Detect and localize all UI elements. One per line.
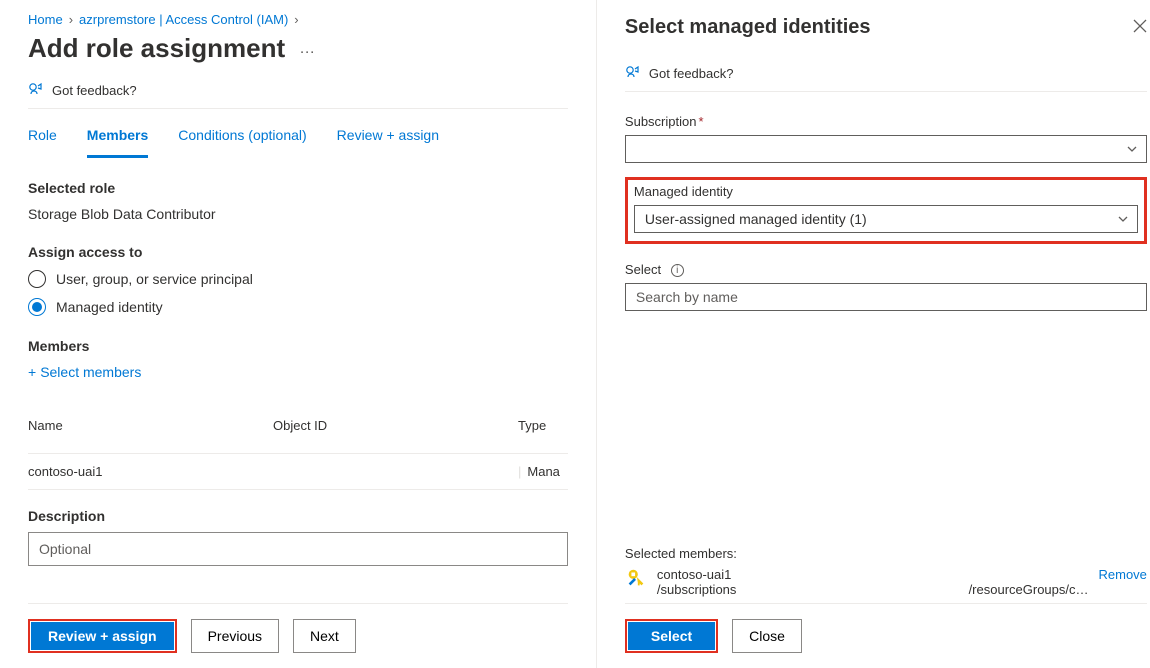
- assign-access-label: Assign access to: [28, 244, 568, 260]
- more-menu-icon[interactable]: …: [299, 40, 315, 58]
- breadcrumb-parent[interactable]: azrpremstore | Access Control (IAM): [79, 12, 288, 27]
- member-sub-path: /subscriptions: [657, 582, 736, 597]
- chevron-right-icon: ›: [69, 12, 73, 27]
- select-members-link[interactable]: +Select members: [28, 364, 568, 380]
- selected-role-label: Selected role: [28, 180, 568, 196]
- feedback-icon: [625, 65, 641, 81]
- selected-role-value: Storage Blob Data Contributor: [28, 206, 568, 222]
- table-row[interactable]: contoso-uai1 |Mana: [28, 454, 568, 490]
- search-input[interactable]: [625, 283, 1147, 311]
- breadcrumb-home[interactable]: Home: [28, 12, 63, 27]
- close-button[interactable]: Close: [732, 619, 802, 653]
- remove-member-link[interactable]: Remove: [1099, 567, 1147, 582]
- members-label: Members: [28, 338, 568, 354]
- col-header-oid: Object ID: [273, 408, 518, 443]
- managed-identity-select[interactable]: User-assigned managed identity (1): [634, 205, 1138, 233]
- info-icon[interactable]: i: [671, 264, 684, 277]
- chevron-right-icon: ›: [294, 12, 298, 27]
- managed-identity-icon: [625, 567, 647, 592]
- selected-members-label: Selected members:: [625, 546, 1147, 561]
- select-members-label: Select members: [40, 364, 141, 380]
- radio-managed-identity-label: Managed identity: [56, 299, 163, 315]
- breadcrumb: Home › azrpremstore | Access Control (IA…: [28, 12, 568, 27]
- highlight-review-assign: Review + assign: [28, 619, 177, 653]
- chevron-down-icon: [1117, 212, 1129, 228]
- tab-conditions[interactable]: Conditions (optional): [178, 127, 306, 157]
- cell-type: |Mana: [518, 454, 568, 489]
- page-title: Add role assignment: [28, 33, 285, 64]
- subscription-select[interactable]: [625, 135, 1147, 163]
- feedback-label: Got feedback?: [52, 83, 137, 98]
- divider: [28, 108, 568, 109]
- radio-user-group-sp-label: User, group, or service principal: [56, 271, 253, 287]
- previous-button[interactable]: Previous: [191, 619, 279, 653]
- select-button[interactable]: Select: [628, 622, 715, 650]
- subscription-label: Subscription*: [625, 114, 1147, 129]
- close-icon[interactable]: [1133, 19, 1147, 36]
- tabs: Role Members Conditions (optional) Revie…: [28, 113, 568, 158]
- radio-managed-identity[interactable]: [28, 298, 46, 316]
- panel-feedback-label: Got feedback?: [649, 66, 734, 81]
- radio-user-group-sp[interactable]: [28, 270, 46, 288]
- panel-title: Select managed identities: [625, 16, 871, 39]
- tab-members[interactable]: Members: [87, 127, 148, 158]
- description-input[interactable]: [28, 532, 568, 566]
- divider: [625, 91, 1147, 92]
- cell-oid: [273, 454, 518, 489]
- next-button[interactable]: Next: [293, 619, 356, 653]
- chevron-down-icon: [1126, 142, 1138, 158]
- col-header-type: Type: [518, 408, 568, 443]
- feedback-link[interactable]: Got feedback?: [28, 64, 568, 108]
- managed-identity-label: Managed identity: [634, 184, 1138, 199]
- cell-name: contoso-uai1: [28, 454, 273, 489]
- review-assign-button[interactable]: Review + assign: [31, 622, 174, 650]
- select-label: Select i: [625, 262, 1147, 277]
- members-table: Name Object ID Type contoso-uai1 |Mana: [28, 398, 568, 490]
- selected-member-row: contoso-uai1 /subscriptions /resourceGro…: [625, 567, 1147, 597]
- feedback-icon: [28, 82, 44, 98]
- plus-icon: +: [28, 364, 36, 380]
- managed-identity-value: User-assigned managed identity (1): [645, 211, 867, 227]
- highlight-select: Select: [625, 619, 718, 653]
- tab-review[interactable]: Review + assign: [337, 127, 439, 157]
- description-label: Description: [28, 508, 568, 524]
- member-name: contoso-uai1: [657, 567, 1089, 582]
- panel-feedback-link[interactable]: Got feedback?: [625, 39, 1147, 91]
- tab-role[interactable]: Role: [28, 127, 57, 157]
- highlight-managed-identity: Managed identity User-assigned managed i…: [625, 177, 1147, 244]
- member-path-tail: /resourceGroups/c…: [969, 582, 1089, 597]
- col-header-name: Name: [28, 408, 273, 443]
